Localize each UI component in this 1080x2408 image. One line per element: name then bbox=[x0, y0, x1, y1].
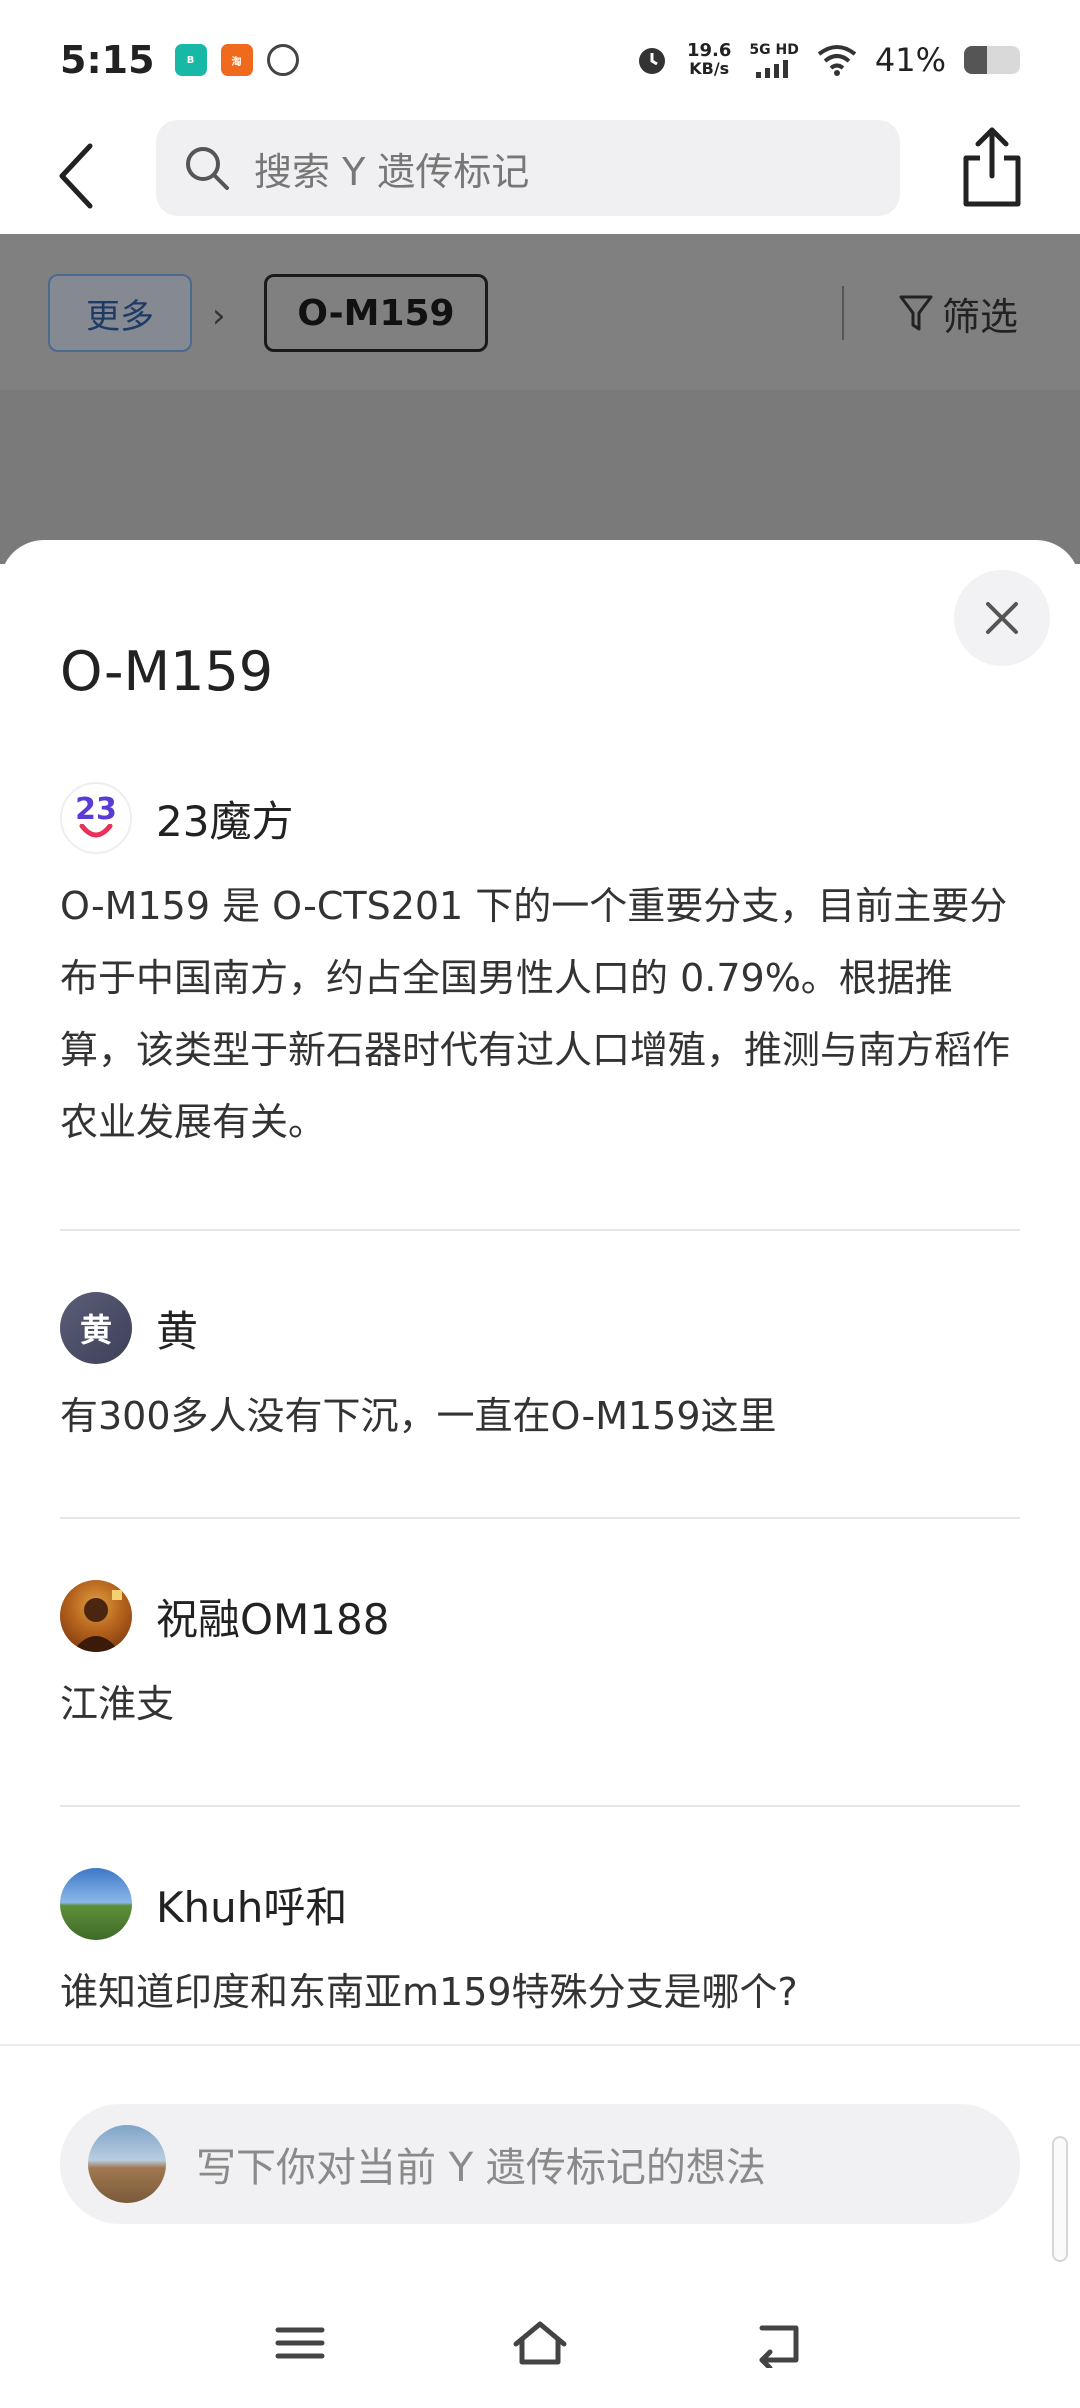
system-nav-bar bbox=[0, 2280, 1080, 2408]
net-speed: 19.6 KB/s bbox=[687, 40, 732, 78]
back-nav-icon[interactable] bbox=[750, 2318, 810, 2368]
avatar-text: 黄 bbox=[79, 1311, 112, 1349]
breadcrumb-current[interactable]: O-M159 bbox=[264, 274, 488, 352]
filter-label: 筛选 bbox=[942, 294, 1019, 339]
search-placeholder: 搜索 Y 遗传标记 bbox=[254, 149, 530, 194]
breadcrumb-more-button[interactable]: 更多 bbox=[48, 274, 192, 352]
list-item: 祝融OM188 江淮支 bbox=[60, 1576, 1020, 1740]
status-time: 5:15 bbox=[60, 38, 155, 82]
dimmed-background: 更多 › O-M159 筛选 bbox=[0, 234, 1080, 564]
entry-text: 江淮支 bbox=[60, 1682, 175, 1726]
search-icon bbox=[186, 147, 229, 190]
back-arrow-icon[interactable] bbox=[48, 138, 108, 214]
status-indicators: 19.6 KB/s 5G HD 41% bbox=[635, 41, 1020, 79]
battery-icon bbox=[964, 46, 1020, 74]
status-bar: 5:15 B 淘 19.6 KB/s 5G HD 41% bbox=[0, 0, 1080, 120]
divider bbox=[60, 1805, 1020, 1807]
divider bbox=[60, 1517, 1020, 1519]
divider bbox=[60, 1229, 1020, 1231]
strip-divider bbox=[842, 286, 844, 340]
scrollbar[interactable] bbox=[1052, 2136, 1068, 2262]
list-item: Khuh呼和 谁知道印度和东南亚m159特殊分支是哪个? bbox=[60, 1864, 1020, 2028]
sheet-title: O-M159 bbox=[60, 640, 274, 703]
avatar-khuh bbox=[60, 1868, 132, 1940]
smile-icon bbox=[79, 824, 113, 838]
signal-icon: 5G HD bbox=[749, 42, 799, 78]
avatar-23mofang: 23 bbox=[60, 782, 132, 854]
author-name[interactable]: 祝融OM188 bbox=[156, 1586, 389, 1647]
clock-app-icon bbox=[266, 44, 299, 76]
search-input[interactable]: 搜索 Y 遗传标记 bbox=[156, 120, 900, 216]
user-avatar bbox=[88, 2125, 166, 2203]
entry-text: 有300多人没有下沉，一直在O-M159这里 bbox=[60, 1394, 777, 1438]
portrait-icon bbox=[72, 1590, 122, 1652]
boss-zhipin-icon: B bbox=[174, 44, 207, 76]
list-item: 黄 黄 有300多人没有下沉，一直在O-M159这里 bbox=[60, 1288, 1020, 1452]
filter-button[interactable]: 筛选 bbox=[898, 274, 1018, 352]
menu-icon[interactable] bbox=[270, 2318, 330, 2368]
breadcrumb-separator: › bbox=[212, 296, 226, 336]
list-item: 23 23魔方 O-M159 是 O-CTS201 下的一个重要分支，目前主要分… bbox=[60, 778, 1020, 1158]
avatar-zhurong bbox=[60, 1580, 132, 1652]
entry-text: O-M159 是 O-CTS201 下的一个重要分支，目前主要分布于中国南方，约… bbox=[60, 884, 1011, 1144]
close-button[interactable] bbox=[954, 570, 1050, 666]
avatar-huang: 黄 bbox=[60, 1292, 132, 1364]
battery-percent: 41% bbox=[874, 41, 946, 79]
close-icon bbox=[986, 602, 1018, 634]
author-name[interactable]: 23魔方 bbox=[156, 788, 293, 849]
filter-icon bbox=[899, 295, 933, 331]
alarm-icon bbox=[639, 48, 665, 74]
battery-fill bbox=[964, 46, 987, 74]
filter-strip: 更多 › O-M159 筛选 bbox=[0, 234, 1080, 390]
taobao-icon: 淘 bbox=[220, 44, 253, 76]
wifi-icon bbox=[817, 45, 857, 76]
home-icon[interactable] bbox=[510, 2318, 570, 2368]
entry-text: 谁知道印度和东南亚m159特殊分支是哪个? bbox=[60, 1970, 798, 2014]
comment-bar: 写下你对当前 Y 遗传标记的想法 bbox=[0, 2044, 1080, 2228]
share-icon[interactable] bbox=[956, 124, 1028, 210]
author-name[interactable]: Khuh呼和 bbox=[156, 1874, 347, 1935]
comment-placeholder: 写下你对当前 Y 遗传标记的想法 bbox=[196, 2145, 766, 2191]
app-bar: 搜索 Y 遗传标记 bbox=[0, 120, 1080, 234]
author-name[interactable]: 黄 bbox=[156, 1298, 198, 1359]
comment-input[interactable]: 写下你对当前 Y 遗传标记的想法 bbox=[60, 2104, 1020, 2224]
avatar-text: 23 bbox=[75, 792, 117, 827]
